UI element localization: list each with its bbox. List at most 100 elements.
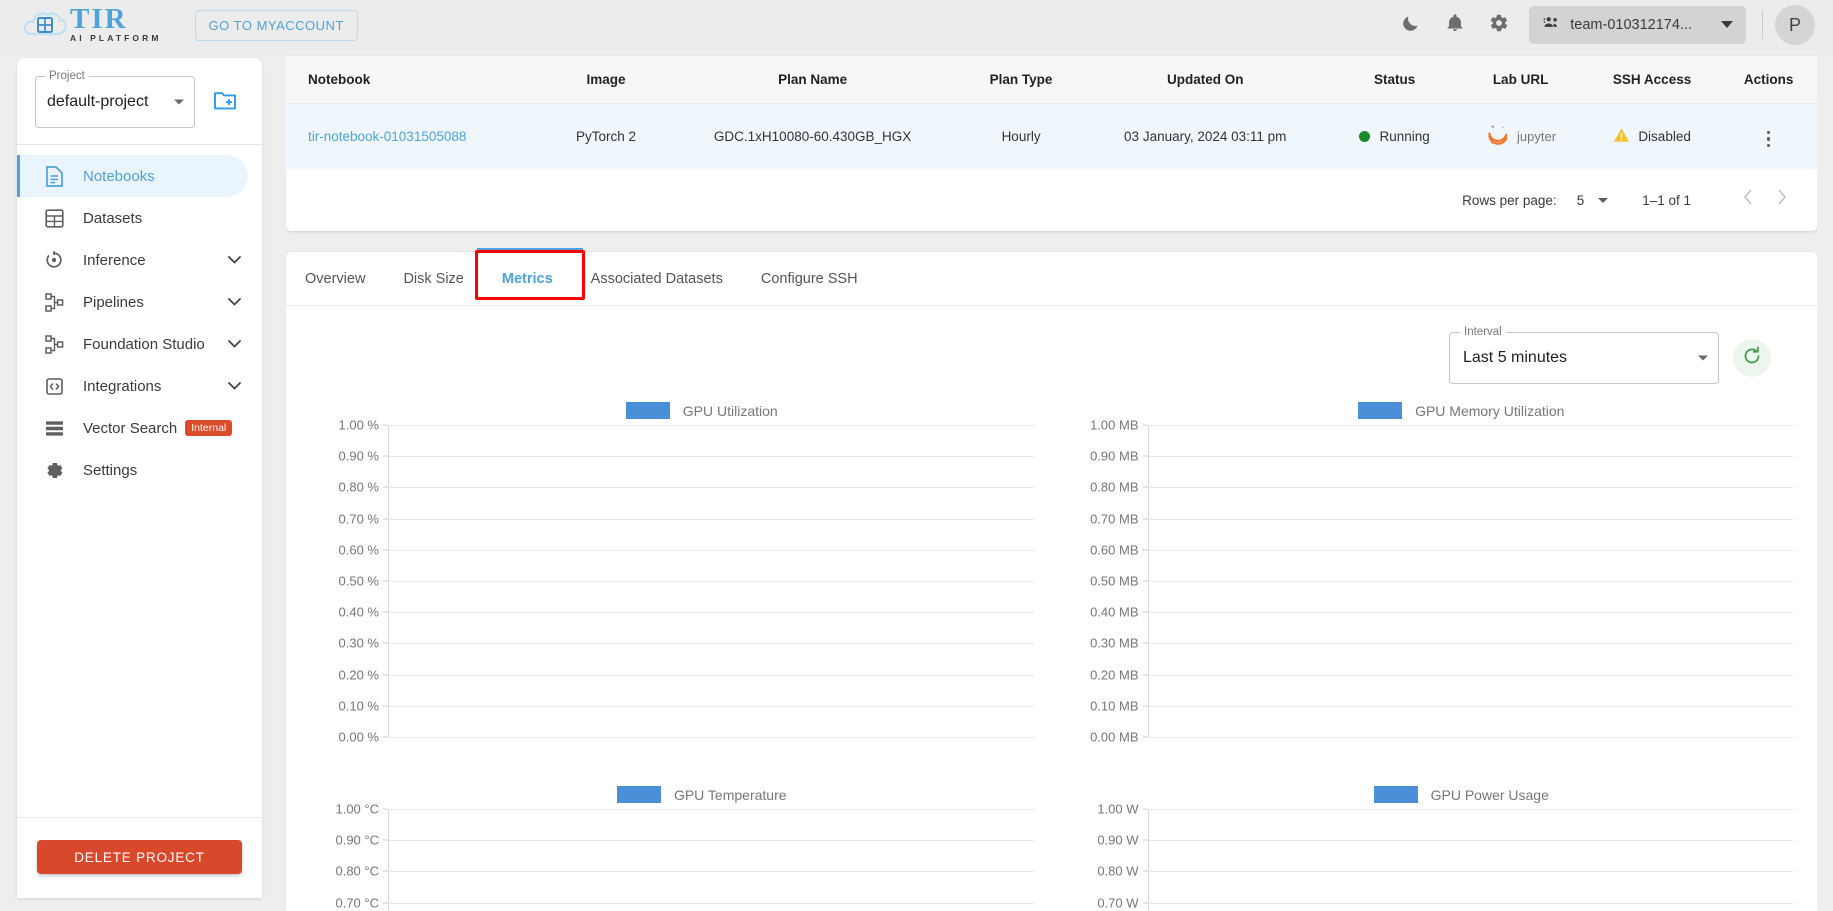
y-tick-label: 0.80 %	[338, 479, 379, 495]
logo-subtitle: AI PLATFORM	[70, 33, 162, 43]
y-axis	[388, 809, 389, 911]
sidebar-item-settings[interactable]: Settings	[17, 449, 248, 491]
project-select-legend: Project	[45, 70, 89, 82]
refresh-metrics-button[interactable]	[1733, 339, 1771, 377]
notifications-button[interactable]	[1435, 5, 1475, 45]
code-brackets-icon	[43, 375, 65, 397]
chevron-down-icon	[226, 294, 242, 310]
details-tabs-card: Overview Disk Size Metrics Associated Da…	[286, 248, 1817, 911]
column-header-updated-on: Updated On	[1078, 56, 1332, 104]
y-tick-label: 0.90 W	[1097, 832, 1139, 848]
metrics-panel: Interval Last 5 minutes GPU Utilization …	[286, 306, 1817, 911]
sidebar-item-notebooks[interactable]: Notebooks	[17, 155, 248, 197]
y-tick-label: 0.10 MB	[1090, 698, 1139, 714]
team-selector[interactable]: team-010312174...	[1529, 6, 1746, 44]
document-icon	[43, 165, 65, 187]
tab-metrics[interactable]: Metrics	[483, 253, 572, 305]
y-tick-label: 0.90 %	[338, 448, 379, 464]
y-tick-label: 0.30 MB	[1090, 635, 1139, 651]
y-tick-label: 0.40 MB	[1090, 604, 1139, 620]
y-tick-label: 1.00 %	[338, 417, 379, 433]
top-bar: TIR AI PLATFORM GO TO MYACCOUNT team-010…	[0, 0, 1833, 50]
hierarchy-icon	[43, 291, 65, 313]
tab-overview[interactable]: Overview	[286, 253, 384, 305]
cell-ssh-access: Disabled	[1584, 104, 1721, 170]
topbar-actions: team-010312174... P	[1391, 5, 1815, 45]
chevron-right-icon	[1777, 189, 1787, 211]
new-project-button[interactable]	[211, 88, 239, 116]
y-tick-label: 0.90 °C	[335, 832, 379, 848]
dark-mode-toggle-button[interactable]	[1391, 5, 1431, 45]
y-tick-label: 0.00 MB	[1090, 729, 1139, 745]
project-selector-block: Project default-project	[17, 58, 262, 144]
interval-select-legend: Interval	[1460, 326, 1506, 338]
chart-gpu-utilization: GPU Utilization 1.00 % 0.90 % 0.80 % 0.7…	[310, 402, 1034, 786]
chart-legend: GPU Memory Utilization	[1070, 402, 1794, 419]
moon-icon	[1401, 13, 1421, 38]
sidebar-item-label: Foundation Studio	[83, 335, 205, 353]
project-select[interactable]: Project default-project	[35, 70, 195, 128]
jupyter-lab-link[interactable]: jupyter	[1485, 122, 1556, 151]
delete-project-button[interactable]: DELETE PROJECT	[37, 840, 242, 874]
app-logo[interactable]: TIR AI PLATFORM	[22, 5, 162, 45]
chart-gpu-temperature: GPU Temperature 1.00 °C 0.90 °C 0.80 °C …	[310, 786, 1034, 911]
y-tick-label: 0.10 %	[338, 698, 379, 714]
pagination-range: 1–1 of 1	[1642, 192, 1691, 208]
tab-associated-datasets[interactable]: Associated Datasets	[572, 253, 742, 305]
sidebar-item-label: Settings	[83, 461, 138, 479]
chart-gpu-power-usage: GPU Power Usage 1.00 W 0.90 W 0.80 W 0.7…	[1070, 786, 1794, 911]
legend-label: GPU Power Usage	[1430, 786, 1549, 803]
y-tick-label: 0.80 °C	[335, 863, 379, 879]
tab-disk-size[interactable]: Disk Size	[384, 253, 482, 305]
column-header-status: Status	[1331, 56, 1458, 104]
plot-area: 1.00 °C 0.90 °C 0.80 °C 0.70 °C	[335, 802, 1034, 911]
rows-per-page-select[interactable]: 5	[1577, 193, 1609, 208]
settings-button[interactable]	[1479, 5, 1519, 45]
chart-legend: GPU Power Usage	[1070, 786, 1794, 803]
tab-configure-ssh[interactable]: Configure SSH	[742, 253, 877, 305]
cell-updated-on: 03 January, 2024 03:11 pm	[1124, 129, 1287, 144]
interval-select[interactable]: Interval Last 5 minutes	[1449, 326, 1719, 384]
go-to-myaccount-button[interactable]: GO TO MYACCOUNT	[194, 9, 358, 41]
chevron-down-icon	[1721, 16, 1733, 34]
chevron-down-icon	[226, 252, 242, 268]
pagination-prev-button[interactable]	[1731, 183, 1765, 217]
y-axis	[1147, 809, 1149, 911]
cell-status: Running	[1332, 104, 1457, 170]
y-tick-label: 0.60 %	[338, 542, 379, 558]
plot-area: 1.00 MB 0.90 MB 0.80 MB 0.70 MB 0.60 MB …	[1090, 418, 1793, 745]
y-tick-label: 0.30 %	[338, 635, 379, 651]
y-tick-label: 0.80 W	[1097, 863, 1139, 879]
pagination-next-button[interactable]	[1765, 183, 1799, 217]
chart-legend: GPU Utilization	[310, 402, 1034, 419]
sidebar-item-integrations[interactable]: Integrations	[17, 365, 248, 407]
notebook-link[interactable]: tir-notebook-01031505088	[308, 129, 466, 144]
sidebar-item-label: Vector Search	[83, 419, 178, 437]
chart-legend: GPU Temperature	[310, 786, 1034, 803]
legend-swatch	[1373, 786, 1418, 803]
column-header-actions: Actions	[1720, 56, 1817, 104]
legend-label: GPU Memory Utilization	[1415, 402, 1565, 419]
sidebar-item-foundation-studio[interactable]: Foundation Studio	[17, 323, 248, 365]
ssh-access-label: Disabled	[1638, 129, 1691, 144]
table-row[interactable]: tir-notebook-01031505088 PyTorch 2 GDC.1…	[286, 103, 1817, 170]
refresh-icon	[1742, 346, 1762, 371]
cloud-grid-icon	[22, 5, 68, 45]
y-tick-label: 0.90 MB	[1090, 448, 1139, 464]
avatar[interactable]: P	[1775, 5, 1815, 45]
legend-label: GPU Utilization	[682, 402, 778, 419]
active-tab-indicator	[477, 248, 583, 252]
sidebar-item-vector-search[interactable]: Vector Search Internal	[17, 407, 248, 449]
main-content: Notebook Image Plan Name Plan Type Updat…	[286, 50, 1817, 911]
sidebar-item-datasets[interactable]: Datasets	[17, 197, 248, 239]
y-tick-label: 0.70 °C	[335, 895, 379, 911]
y-tick-label: 0.00 %	[338, 729, 379, 745]
kebab-menu-icon[interactable]	[1763, 127, 1775, 152]
sidebar-item-pipelines[interactable]: Pipelines	[17, 281, 248, 323]
logo-title: TIR	[70, 3, 128, 35]
sidebar-item-inference[interactable]: Inference	[17, 239, 248, 281]
chart-gpu-memory-utilization: GPU Memory Utilization 1.00 MB 0.90 MB 0…	[1070, 402, 1794, 786]
legend-swatch	[625, 402, 670, 419]
table-header-row: Notebook Image Plan Name Plan Type Updat…	[286, 56, 1817, 104]
y-tick-label: 1.00 MB	[1090, 417, 1139, 433]
